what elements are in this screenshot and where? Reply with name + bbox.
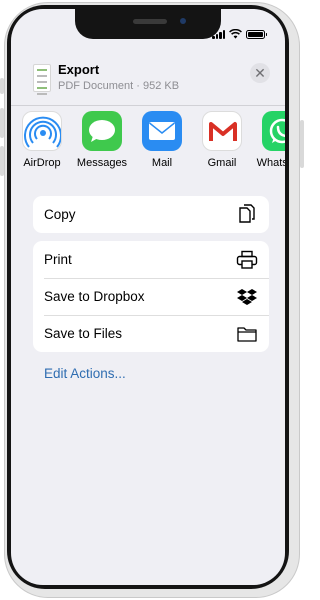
- app-label: WhatsApp: [256, 157, 285, 169]
- app-label: Mail: [151, 157, 173, 169]
- front-camera: [180, 18, 186, 24]
- status-icons: [212, 29, 267, 39]
- action-label: Print: [44, 252, 72, 267]
- app-mail[interactable]: Mail: [132, 111, 192, 169]
- action-copy[interactable]: Copy: [33, 196, 269, 233]
- action-label: Save to Dropbox: [44, 289, 145, 304]
- signal-icon: [212, 30, 225, 39]
- action-label: Save to Files: [44, 326, 123, 341]
- action-group-copy: Copy: [33, 196, 269, 233]
- app-label: Messages: [76, 157, 128, 169]
- wifi-icon: [229, 29, 242, 39]
- header-divider: [11, 105, 285, 106]
- edit-actions-link[interactable]: Edit Actions...: [44, 366, 126, 381]
- action-group-files: Print Save to Dropbox Save to Files: [33, 241, 269, 352]
- speaker-grille: [133, 19, 167, 24]
- action-save-to-dropbox[interactable]: Save to Dropbox: [33, 278, 269, 315]
- app-label: AirDrop: [23, 157, 61, 169]
- action-save-to-files[interactable]: Save to Files: [33, 315, 269, 352]
- print-icon: [236, 249, 258, 271]
- whatsapp-icon: [262, 111, 285, 151]
- document-thumbnail: [33, 64, 51, 95]
- close-button[interactable]: ✕: [250, 63, 270, 83]
- app-airdrop[interactable]: AirDrop: [12, 111, 72, 169]
- gmail-icon: [202, 111, 242, 151]
- copy-icon: [236, 204, 258, 226]
- action-label: Copy: [44, 207, 76, 222]
- messages-icon: [82, 111, 122, 151]
- app-messages[interactable]: Messages: [72, 111, 132, 169]
- app-label: Gmail: [207, 157, 237, 169]
- app-row: AirDrop Messages Mail Gmail What: [11, 111, 285, 183]
- mail-icon: [142, 111, 182, 151]
- app-whatsapp[interactable]: WhatsApp: [252, 111, 285, 169]
- notch: [75, 9, 221, 39]
- battery-icon: [246, 30, 267, 39]
- share-header: Export PDF Document · 952 KB ✕: [11, 49, 285, 105]
- app-gmail[interactable]: Gmail: [192, 111, 252, 169]
- document-subtitle: PDF Document · 952 KB: [58, 80, 180, 92]
- folder-icon: [236, 323, 258, 345]
- dropbox-icon: [236, 286, 258, 308]
- share-sheet: Export PDF Document · 952 KB ✕ AirDrop M…: [11, 9, 285, 585]
- power-button: [300, 120, 304, 168]
- phone-device: Export PDF Document · 952 KB ✕ AirDrop M…: [0, 0, 304, 600]
- airdrop-icon: [22, 111, 62, 151]
- action-print[interactable]: Print: [33, 241, 269, 278]
- document-title: Export: [58, 62, 100, 77]
